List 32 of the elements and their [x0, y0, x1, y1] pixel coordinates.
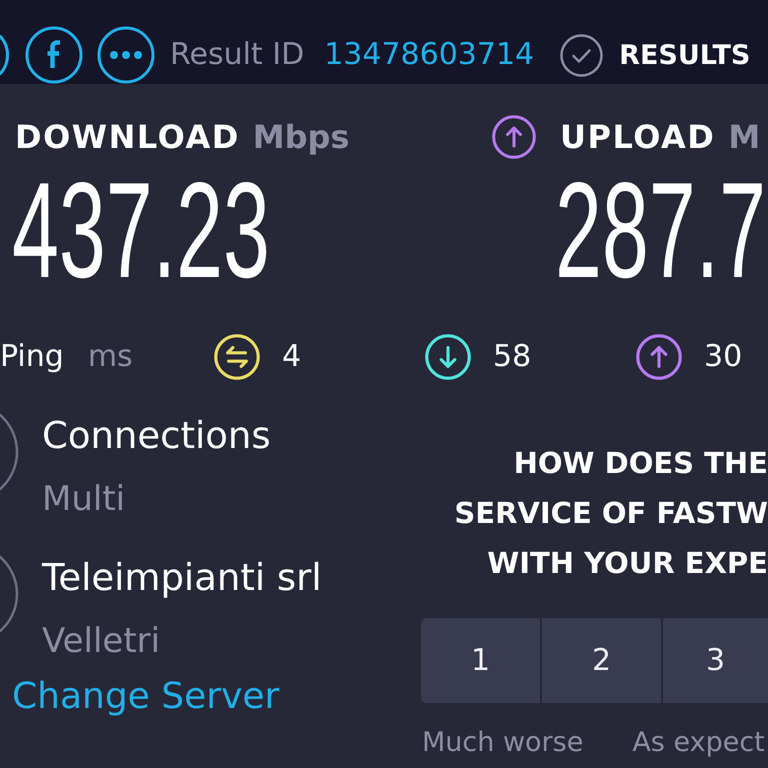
latency-value: 30 — [704, 342, 742, 372]
upload-label: UPLOAD — [560, 121, 716, 153]
rating-option[interactable]: 2 — [542, 618, 661, 703]
survey-question: HOW DOES THE SERVICE OF FASTW WITH YOUR EXPE — [453, 445, 768, 582]
ring-icon[interactable] — [0, 35, 9, 75]
check-circle-icon — [560, 34, 604, 76]
upload-speed-value: 287.7 — [555, 179, 766, 281]
server-info-subtitle: Velletri — [42, 624, 162, 658]
result-id-link[interactable]: 13478603714 — [324, 40, 534, 70]
server-info-title: Teleimpianti srl — [42, 559, 322, 596]
ping-label: Ping — [0, 342, 64, 372]
download-label: DOWNLOAD — [15, 121, 240, 153]
change-server-link[interactable]: Change Server — [12, 676, 280, 717]
ring-icon — [0, 412, 20, 492]
scale-label: Much worse — [422, 728, 584, 758]
download-speed-value: 437.23 — [12, 179, 270, 281]
more-icon[interactable] — [97, 26, 155, 84]
rating-option[interactable]: 1 — [421, 618, 540, 703]
ping-unit: ms — [88, 342, 133, 372]
ring-icon — [0, 554, 20, 634]
results-link[interactable]: RESULTS — [560, 34, 750, 76]
latency-value: 58 — [493, 342, 532, 372]
facebook-icon[interactable] — [25, 26, 83, 84]
upload-unit: M — [728, 121, 760, 153]
result-id-label: Result ID — [170, 40, 304, 70]
download-unit: Mbps — [252, 121, 350, 153]
server-info-title: Connections — [42, 417, 271, 454]
server-info-subtitle: Multi — [42, 482, 126, 516]
scale-label: As expect — [632, 728, 765, 758]
latency-value: 4 — [282, 342, 302, 372]
two-way-arrows-icon — [214, 334, 260, 380]
rating-option[interactable]: 3 — [663, 618, 768, 703]
